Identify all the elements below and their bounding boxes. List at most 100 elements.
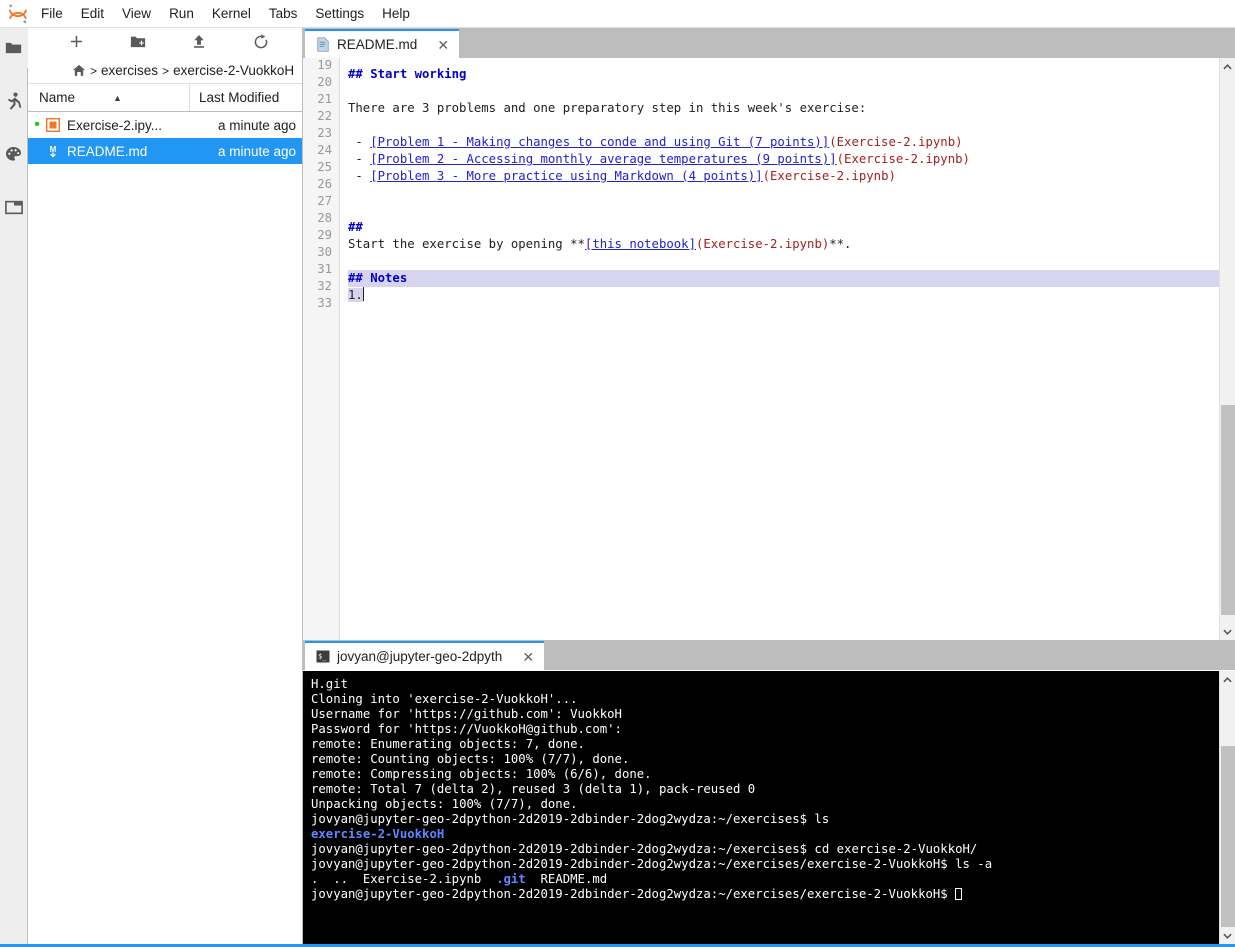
breadcrumb-separator-1: > [90,63,98,78]
runner-icon [6,92,22,110]
close-icon[interactable]: ✕ [520,649,536,665]
terminal-area: H.git Cloning into 'exercise-2-VuokkoH'..… [303,670,1235,944]
terminal-line: jovyan@jupyter-geo-2dpython-2d2019-2dbin… [311,842,1219,857]
terminal-cursor [955,888,963,900]
terminal-scrollbar[interactable] [1219,671,1235,944]
menu-tabs[interactable]: Tabs [260,2,307,25]
menu-run[interactable]: Run [160,2,203,25]
sidebar-item-commands[interactable] [0,134,28,174]
column-header-last-modified[interactable]: Last Modified [190,84,302,111]
menu-kernel[interactable]: Kernel [203,2,260,25]
code-line[interactable]: Start the exercise by opening **[this no… [348,236,1219,253]
new-folder-button[interactable] [118,30,158,56]
scroll-down-arrow[interactable] [1220,623,1235,640]
terminal-line: Password for 'https://VuokkoH@github.com… [311,722,1219,737]
refresh-icon [253,33,269,53]
activity-bar [0,28,28,944]
code-content[interactable]: ## Start working There are 3 problems and… [340,58,1219,640]
code-line[interactable]: ## [348,219,1219,236]
editor-scroll-track[interactable] [1220,75,1235,623]
line-number: 32 [317,279,332,293]
line-number: 22 [317,109,332,123]
breadcrumb-exercises[interactable]: exercises [101,63,158,78]
code-line[interactable] [348,202,1219,219]
terminal-text: Cloning into 'exercise-2-VuokkoH'... [311,692,578,706]
jupyterlab-window: File Edit View Run Kernel Tabs Settings … [0,0,1235,947]
refresh-button[interactable] [241,30,281,56]
line-number: 31 [317,262,332,276]
menu-file[interactable]: File [32,2,72,25]
editor-scrollbar[interactable] [1219,58,1235,640]
line-number: 33 [317,296,332,310]
terminal-scroll-track[interactable] [1220,688,1235,927]
code-line[interactable]: 1. [348,287,1219,304]
code-line[interactable]: There are 3 problems and one preparatory… [348,100,1219,117]
code-token: Start the exercise by opening ** [348,237,585,251]
code-line[interactable]: - [Problem 3 - More practice using Markd… [348,168,1219,185]
code-line[interactable] [348,304,1219,321]
code-token: [Problem 3 - More practice using Markdow… [370,169,763,183]
line-number: 29 [317,228,332,242]
list-item-modified: a minute ago [217,143,296,159]
list-item-name: README.md [67,143,148,159]
terminal-output[interactable]: H.git Cloning into 'exercise-2-VuokkoH'..… [303,671,1219,944]
code-editor[interactable]: 18192021222324252627282930313233 ## Star… [303,58,1219,640]
breadcrumb-exercise-2-vuokkoh[interactable]: exercise-2-VuokkoH [173,63,294,78]
code-line[interactable] [348,83,1219,100]
code-line[interactable]: - [Problem 2 - Accessing monthly average… [348,151,1219,168]
terminal-text: jovyan@jupyter-geo-2dpython-2d2019-2dbin… [311,887,956,901]
code-token: There are 3 problems and one preparatory… [348,101,867,115]
menu-edit[interactable]: Edit [72,2,113,25]
scroll-down-arrow[interactable] [1220,927,1235,944]
tab-terminal[interactable]: $_ jovyan@jupyter-geo-2dpyth ✕ [305,641,545,670]
terminal-text: jovyan@jupyter-geo-2dpython-2d2019-2dbin… [311,842,978,856]
line-number: 19 [317,58,332,72]
code-token: ## Notes [348,271,408,285]
code-line[interactable] [348,253,1219,270]
terminal-line: H.git [311,677,1219,692]
code-token: ## [348,220,363,234]
menu-help[interactable]: Help [373,2,419,25]
code-token: - [348,169,371,183]
upload-button[interactable] [179,30,219,56]
code-token: [Problem 2 - Accessing monthly average t… [370,152,837,166]
code-line[interactable] [348,185,1219,202]
terminal-scroll-thumb[interactable] [1220,746,1235,927]
sidebar-item-file-browser[interactable] [0,28,28,68]
new-launcher-button[interactable] [56,30,96,56]
code-token: 1. [348,288,363,302]
code-line[interactable] [348,117,1219,134]
code-line[interactable]: - [Problem 1 - Making changes to conde a… [348,134,1219,151]
column-header-name[interactable]: Name ▲ [28,84,190,111]
code-line[interactable]: ## Notes [348,270,1219,287]
list-item[interactable]: • Exercise-2.ipy... a minute ago [28,112,302,138]
editor-dock-panel: README.md ✕ 1819202122232425262728293031… [303,28,1235,640]
editor-scroll-thumb[interactable] [1220,405,1235,615]
sidebar-item-running[interactable] [0,81,28,121]
tab-readme-md[interactable]: README.md ✕ [305,29,460,58]
menu-bar: File Edit View Run Kernel Tabs Settings … [0,0,1235,28]
code-token: - [348,135,371,149]
list-item[interactable]: M README.md a minute ago [28,138,302,164]
tab-label: README.md [337,37,418,52]
terminal-line: Unpacking objects: 100% (7/7), done. [311,797,1219,812]
breadcrumb: > exercises > exercise-2-VuokkoH [28,58,302,84]
file-browser-toolbar [28,28,302,58]
terminal-text: . .. Exercise-2.ipynb [311,872,497,886]
menu-settings[interactable]: Settings [306,2,373,25]
scroll-up-arrow[interactable] [1220,58,1235,75]
code-token: [Problem 1 - Making changes to conde and… [370,135,830,149]
plus-icon [69,34,84,52]
main-dock-area: README.md ✕ 1819202122232425262728293031… [303,28,1235,944]
terminal-dock-panel: $_ jovyan@jupyter-geo-2dpyth ✕ H.git Clon… [303,640,1235,944]
code-line[interactable]: ## Start working [348,66,1219,83]
terminal-text: remote: Counting objects: 100% (7/7), do… [311,752,630,766]
column-header-name-label: Name [39,90,76,105]
terminal-line: exercise-2-VuokkoH [311,827,1219,842]
menu-view[interactable]: View [113,2,160,25]
scroll-up-arrow[interactable] [1220,671,1235,688]
sidebar-item-open-tabs[interactable] [0,187,28,227]
home-icon[interactable] [72,64,86,77]
terminal-text: .git [496,872,526,886]
close-icon[interactable]: ✕ [435,37,451,53]
